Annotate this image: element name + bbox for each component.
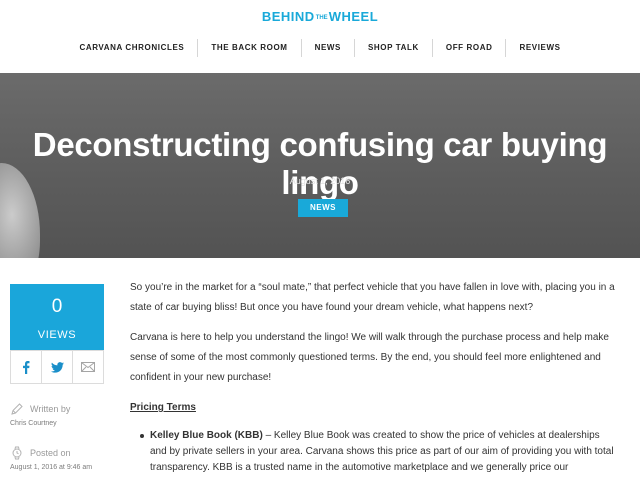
facebook-icon: [23, 360, 30, 374]
share-buttons: [10, 350, 104, 384]
publish-date: August 1, 2016: [289, 176, 351, 186]
views-counter: 0 VIEWS: [10, 284, 104, 350]
site-header: BEHINDTHEWHEEL CARVANA CHRONICLES THE BA…: [0, 0, 640, 73]
author-name[interactable]: Chris Courtney: [10, 420, 110, 427]
article-paragraph-1: So you’re in the market for a “soul mate…: [130, 282, 615, 313]
article-paragraph-2: Carvana is here to help you understand t…: [130, 332, 609, 383]
nav-item-shop-talk[interactable]: SHOP TALK: [353, 39, 432, 57]
author-meta: Written by Chris Courtney: [10, 402, 110, 427]
posted-meta: Posted on August 1, 2016 at 9:46 am: [10, 446, 110, 471]
twitter-icon: [50, 361, 64, 373]
posted-timestamp: August 1, 2016 at 9:46 am: [10, 464, 93, 471]
email-icon: [81, 362, 95, 372]
term-kbb: Kelley Blue Book (KBB): [150, 430, 263, 441]
nav-item-news[interactable]: NEWS: [300, 39, 354, 57]
facebook-share-button[interactable]: [11, 351, 41, 383]
logo-word-right: WHEEL: [328, 9, 379, 24]
logo-word-small: THE: [315, 14, 328, 21]
hero-banner: Deconstructing confusing car buying ling…: [0, 73, 640, 258]
nav-item-carvana-chronicles[interactable]: CARVANA CHRONICLES: [66, 39, 197, 57]
page-title: Deconstructing confusing car buying ling…: [32, 126, 608, 201]
pencil-icon: [11, 403, 23, 415]
posted-on-label: Posted on: [30, 448, 71, 458]
nav-item-the-back-room[interactable]: THE BACK ROOM: [197, 39, 300, 57]
category-badge[interactable]: NEWS: [298, 199, 348, 217]
email-share-button[interactable]: [72, 351, 103, 383]
site-logo[interactable]: BEHINDTHEWHEEL: [0, 9, 640, 24]
pricing-terms-list: Kelley Blue Book (KBB) – Kelley Blue Boo…: [130, 428, 615, 476]
watch-icon: [12, 446, 22, 460]
views-count: 0: [51, 296, 63, 317]
nav-item-off-road[interactable]: OFF ROAD: [431, 39, 506, 57]
logo-word-left: BEHIND: [261, 9, 315, 24]
list-item: Kelley Blue Book (KBB) – Kelley Blue Boo…: [140, 428, 615, 476]
article-body: So you’re in the market for a “soul mate…: [130, 278, 615, 476]
written-by-label: Written by: [30, 404, 71, 414]
views-label: VIEWS: [37, 329, 77, 341]
twitter-share-button[interactable]: [41, 351, 72, 383]
nav-item-reviews[interactable]: REVIEWS: [505, 39, 573, 57]
main-nav: CARVANA CHRONICLES THE BACK ROOM NEWS SH…: [0, 39, 640, 57]
section-title-pricing-terms: Pricing Terms: [130, 402, 196, 413]
